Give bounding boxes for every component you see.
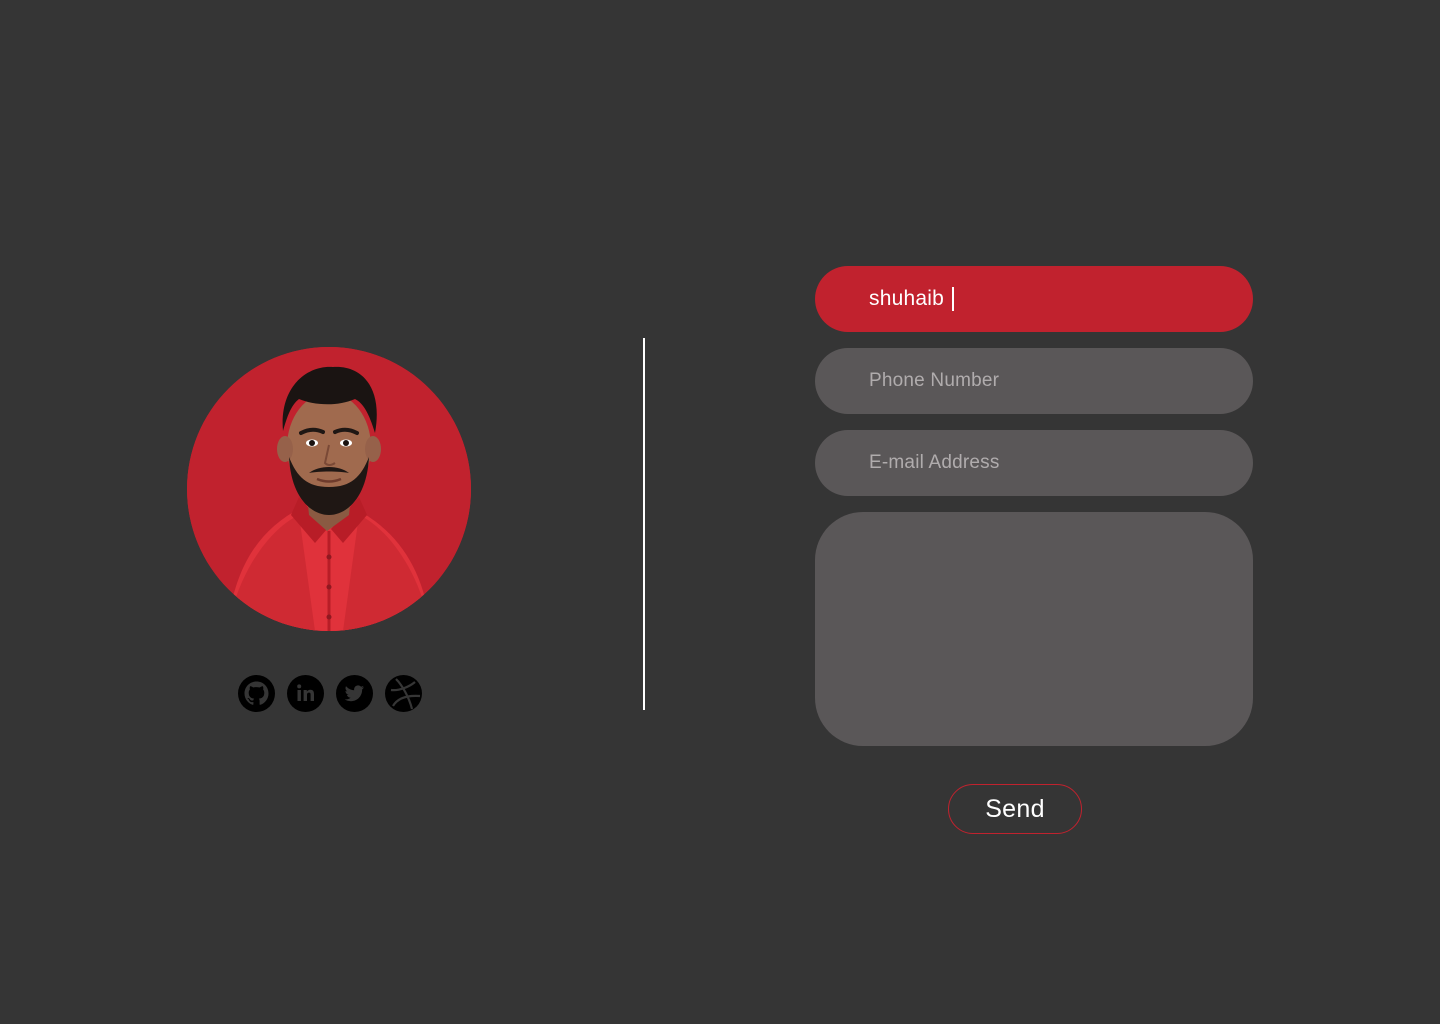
person-portrait-icon [187,347,471,631]
send-button-label: Send [985,794,1045,823]
linkedin-link[interactable] [287,675,324,712]
dribbble-icon [385,675,422,712]
twitter-icon [336,675,373,712]
github-link[interactable] [238,675,275,712]
send-button[interactable]: Send [948,784,1082,834]
name-input-value: shuhaib [869,287,944,310]
email-input[interactable]: E-mail Address [815,430,1253,496]
phone-input-placeholder: Phone Number [869,370,1000,391]
message-textarea[interactable] [815,512,1253,746]
section-divider [643,338,645,710]
dribbble-link[interactable] [385,675,422,712]
twitter-link[interactable] [336,675,373,712]
linkedin-icon [287,675,324,712]
phone-input[interactable]: Phone Number [815,348,1253,414]
name-input[interactable]: shuhaib [815,266,1253,332]
social-links [238,675,422,712]
profile-avatar [187,347,471,631]
email-input-placeholder: E-mail Address [869,452,1000,473]
github-icon [238,675,275,712]
text-caret [951,287,954,311]
